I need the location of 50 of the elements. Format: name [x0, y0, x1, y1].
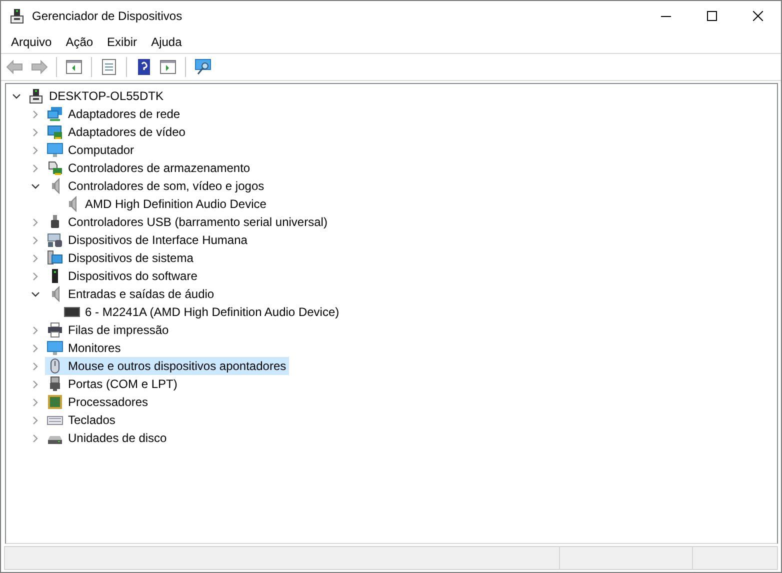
menu-item[interactable]: Exibir	[100, 35, 144, 49]
window-icon	[159, 58, 177, 76]
tree-item[interactable]: Processadores	[45, 393, 152, 411]
printer-icon	[47, 322, 63, 338]
tree-item[interactable]: Portas (COM e LPT)	[45, 375, 180, 393]
tree-item[interactable]: Dispositivos de Interface Humana	[45, 231, 250, 249]
menu-item[interactable]: Arquivo	[4, 35, 59, 49]
app-icon	[9, 8, 25, 24]
back-arrow-icon	[6, 58, 24, 76]
tree-item[interactable]: Mouse e outros dispositivos apontadores	[45, 357, 290, 375]
menu-item[interactable]: Ação	[58, 35, 100, 49]
tree-item[interactable]: 6 - M2241A (AMD High Definition Audio Device)	[62, 303, 342, 321]
screen-icon	[64, 304, 80, 320]
tree-item[interactable]: Unidades de disco	[45, 429, 170, 447]
close-icon	[753, 11, 763, 21]
window-title: Gerenciador de Dispositivos	[32, 9, 182, 23]
tree-item[interactable]: Filas de impressão	[45, 321, 172, 339]
tree-item[interactable]: Adaptadores de rede	[45, 105, 184, 123]
tree-item[interactable]: Monitores	[45, 339, 124, 357]
document-icon	[100, 58, 118, 76]
chevron-icon[interactable]	[31, 182, 40, 190]
tree-item[interactable]: Teclados	[45, 411, 118, 429]
tree-item[interactable]: Controladores de armazenamento	[45, 159, 254, 177]
window-icon	[65, 58, 83, 76]
maximize-icon	[707, 11, 717, 21]
system-icon	[47, 250, 63, 266]
port-icon	[47, 376, 63, 392]
display-adapter-icon	[47, 124, 63, 140]
tree-item[interactable]: Adaptadores de vídeo	[45, 123, 188, 141]
chevron-icon[interactable]	[12, 92, 21, 100]
storage-icon	[47, 160, 63, 176]
menu-item[interactable]: Ajuda	[144, 35, 189, 49]
network-icon	[47, 106, 63, 122]
tree-item[interactable]: Dispositivos do software	[45, 267, 200, 285]
tree-item[interactable]: Computador	[45, 141, 138, 159]
keyboard-mouse-icon	[47, 232, 63, 248]
tree-item[interactable]: Controladores USB (barramento serial universal)	[45, 213, 330, 231]
tree-item[interactable]: Entradas e saídas de áudio	[45, 285, 218, 303]
tree-item[interactable]: DESKTOP-OL55DTK	[26, 87, 166, 105]
monitor-icon	[47, 142, 63, 158]
help-icon	[135, 58, 153, 76]
monitor-search-icon	[194, 58, 212, 76]
tree-item[interactable]: Dispositivos de sistema	[45, 249, 196, 267]
tree-item[interactable]: Controladores de som, vídeo e jogos	[45, 177, 268, 195]
chip-icon	[47, 394, 63, 410]
chevron-icon[interactable]	[31, 290, 40, 298]
monitor-icon	[47, 340, 63, 356]
tree-item[interactable]: AMD High Definition Audio Device	[62, 195, 270, 213]
forward-arrow-icon	[30, 58, 48, 76]
computer-icon	[28, 88, 44, 104]
